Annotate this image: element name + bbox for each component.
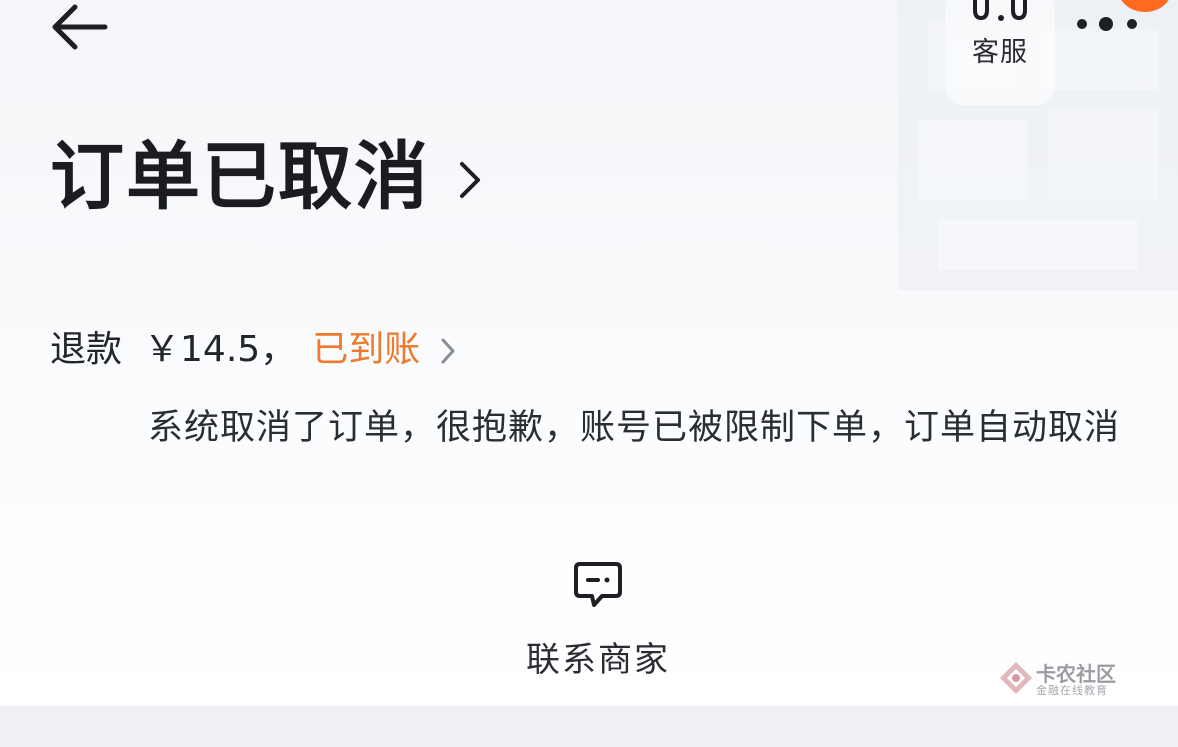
chevron-right-icon [441, 338, 455, 364]
refund-row[interactable]: 退款 ￥14.5 ， 已到账 [50, 332, 456, 368]
bottom-divider [0, 706, 1178, 747]
order-status-title-row[interactable]: 订单已取消 [50, 140, 482, 214]
order-status-card: 客服 订单已取消 退款 ￥14.5 ， 已到账 系统取消了订单，很抱歉，账号已被… [0, 0, 1178, 706]
contact-merchant-label: 联系商家 [526, 640, 670, 680]
customer-service-label: 客服 [972, 37, 1028, 68]
watermark: 卡农社区 金融在线教育 [996, 656, 1126, 700]
headset-icon [973, 0, 1027, 21]
cancel-reason-text: 系统取消了订单，很抱歉，账号已被限制下单，订单自动取消 [148, 408, 1121, 448]
watermark-tagline: 金融在线教育 [1036, 684, 1108, 697]
customer-service-button[interactable]: 客服 [945, 0, 1055, 105]
chevron-right-icon [460, 162, 480, 198]
chat-bubble-icon [574, 562, 622, 607]
refund-status: 已到账 [312, 329, 421, 370]
back-button[interactable] [44, 0, 114, 56]
refund-amount: ￥14.5 [144, 329, 261, 370]
contact-merchant-button[interactable]: 联系商家 [498, 560, 698, 680]
refund-label: 退款 [50, 329, 123, 370]
refund-separator: ， [260, 329, 297, 370]
watermark-logo-icon [1000, 662, 1032, 694]
order-status-title: 订单已取消 [50, 134, 430, 220]
arrow-left-icon [52, 4, 108, 50]
